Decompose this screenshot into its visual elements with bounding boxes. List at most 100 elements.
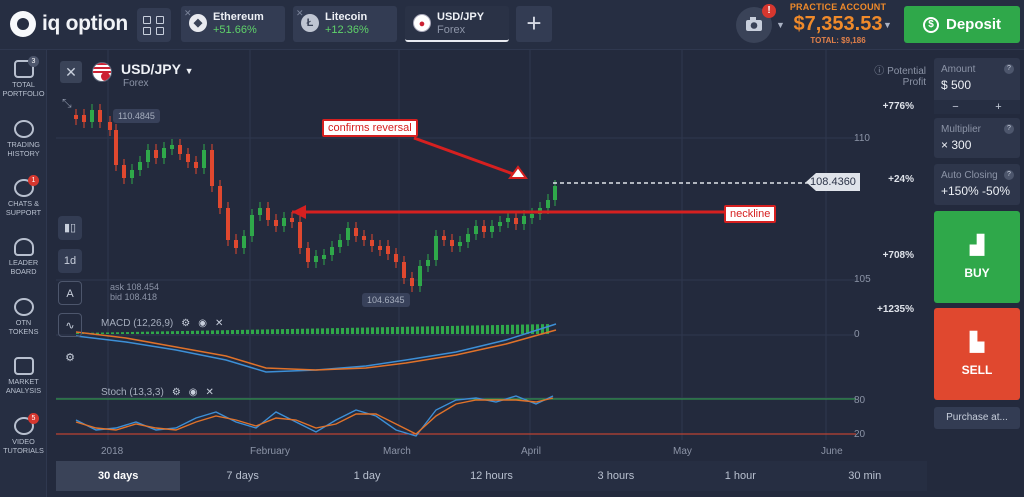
buy-button[interactable]: ▟ BUY	[934, 211, 1020, 303]
candle	[338, 240, 342, 247]
tab-change: +12.36%	[325, 24, 369, 36]
macd-bar	[436, 326, 439, 334]
candle	[98, 110, 102, 122]
candle	[466, 234, 470, 242]
macd-bar	[201, 330, 204, 334]
macd-bar	[391, 327, 394, 334]
minus-button[interactable]: −	[934, 100, 977, 114]
macd-bar	[411, 326, 414, 334]
amount-box[interactable]: Amount ? $ 500 − +	[934, 58, 1020, 114]
x-axis-label: May	[673, 446, 692, 457]
macd-bar	[401, 326, 404, 334]
sidebar-item-history[interactable]: TRADING HISTORY	[0, 120, 47, 158]
macd-bar	[311, 328, 314, 334]
x-axis-label: April	[521, 446, 542, 457]
profit-level: +1235%	[877, 304, 914, 315]
macd-bar	[236, 329, 239, 334]
sidebar-item-otn[interactable]: OTN TOKENS	[0, 298, 47, 336]
macd-bar	[446, 325, 449, 334]
candle	[498, 222, 502, 226]
add-tab-button[interactable]: +	[516, 6, 552, 42]
plus-button[interactable]: +	[977, 100, 1020, 114]
expand-icon[interactable]: ⤡	[62, 96, 80, 114]
timeframe-3-hours[interactable]: 3 hours	[554, 461, 678, 491]
sell-label: SELL	[961, 363, 993, 377]
candle	[530, 214, 534, 218]
macd-bar	[206, 330, 209, 334]
analysis-icon	[13, 357, 34, 375]
settings-icon[interactable]: ⚙	[58, 346, 82, 370]
macd-bar	[496, 325, 499, 334]
timeframe-button[interactable]: 1d	[58, 249, 82, 273]
candle	[146, 150, 150, 162]
candle	[122, 165, 126, 178]
help-icon[interactable]: ?	[1004, 64, 1014, 74]
price-chart[interactable]	[56, 50, 927, 461]
candle	[154, 150, 158, 158]
indicators-button[interactable]: ∿	[58, 313, 82, 337]
timeframe-7-days[interactable]: 7 days	[180, 461, 304, 491]
help-icon[interactable]: ?	[1004, 124, 1014, 134]
candle	[322, 255, 326, 259]
brand-logo[interactable]: iq option	[10, 11, 128, 37]
timeframe-1-day[interactable]: 1 day	[305, 461, 429, 491]
purchase-at-button[interactable]: Purchase at...	[934, 407, 1020, 429]
macd-bar	[441, 326, 444, 334]
tab-usd-jpy[interactable]: ● USD/JPY Forex	[405, 6, 509, 42]
macd-bar	[291, 328, 294, 334]
chart-type-button[interactable]: ▮▯	[58, 216, 82, 240]
macd-bar	[101, 332, 104, 334]
drawing-tools-button[interactable]: A	[58, 281, 82, 305]
close-chart-button[interactable]: ✕	[60, 61, 82, 83]
multiplier-box[interactable]: Multiplier ? × 300	[934, 118, 1020, 158]
macd-bar	[226, 330, 229, 334]
sidebar-item-chats[interactable]: 1 CHATS & SUPPORT	[0, 175, 47, 217]
profit-level: +24%	[888, 174, 914, 185]
candle	[378, 246, 382, 250]
current-price-label: 108.4360	[806, 173, 860, 191]
timeframe-30-days[interactable]: 30 days	[56, 461, 181, 491]
camera-button[interactable]: !	[736, 4, 776, 43]
candle	[226, 208, 230, 240]
x-axis-label: 2018	[101, 446, 124, 457]
candle	[202, 150, 206, 168]
amount-input[interactable]: $ 500	[934, 75, 1020, 92]
chart-canvas[interactable]	[56, 50, 927, 461]
candle	[394, 254, 398, 262]
macd-bar	[396, 326, 399, 334]
deposit-button[interactable]: $ Deposit	[904, 6, 1020, 43]
macd-bar	[316, 328, 319, 334]
auto-closing-value[interactable]: +150% -50%	[934, 181, 1020, 198]
macd-bar	[476, 325, 479, 334]
sidebar-item-video[interactable]: 5 VIDEO TUTORIALS	[0, 413, 47, 455]
camera-alert-badge: !	[762, 4, 776, 18]
macd-bar	[426, 326, 429, 334]
timeframe-1-hour[interactable]: 1 hour	[678, 461, 802, 491]
tab-ethereum[interactable]: ✕ ◆ Ethereum +51.66%	[181, 6, 285, 42]
tab-litecoin[interactable]: ✕ Ł Litecoin +12.36%	[293, 6, 397, 42]
sidebar-item-portfolio[interactable]: 3 TOTAL PORTFOLIO	[0, 56, 47, 98]
asset-grid-button[interactable]	[137, 8, 171, 42]
ask-bid-readout: ask 108.454 bid 108.418	[110, 282, 159, 302]
account-balance[interactable]: PRACTICE ACCOUNT $7,353.53 TOTAL: $9,186	[788, 2, 888, 45]
candle	[354, 228, 358, 236]
multiplier-value[interactable]: × 300	[934, 135, 1020, 152]
potential-profit-label: ⓘ Potential Profit	[874, 66, 926, 88]
sell-button[interactable]: ▙ SELL	[934, 308, 1020, 400]
macd-bar	[216, 330, 219, 334]
sidebar-item-market[interactable]: MARKET ANALYSIS	[0, 357, 47, 395]
sidebar-item-leaderboard[interactable]: LEADER BOARD	[0, 238, 47, 276]
timeframe-30-min[interactable]: 30 min	[803, 461, 927, 491]
macd-bar	[486, 325, 489, 334]
chart-symbol[interactable]: USD/JPY ▼	[121, 61, 193, 77]
stoch-indicator-label[interactable]: Stoch (13,3,3) ⚙ ◉ ✕	[101, 387, 214, 398]
chevron-down-icon[interactable]: ▼	[776, 20, 785, 30]
help-icon[interactable]: ?	[1004, 170, 1014, 180]
candle	[108, 122, 112, 130]
macd-bar	[306, 328, 309, 334]
timeframe-12-hours[interactable]: 12 hours	[429, 461, 553, 491]
candle	[290, 218, 294, 222]
chevron-down-icon[interactable]: ▼	[883, 20, 892, 30]
macd-indicator-label[interactable]: MACD (12,26,9) ⚙ ◉ ✕	[101, 318, 223, 329]
auto-closing-box[interactable]: Auto Closing ? +150% -50%	[934, 164, 1020, 205]
